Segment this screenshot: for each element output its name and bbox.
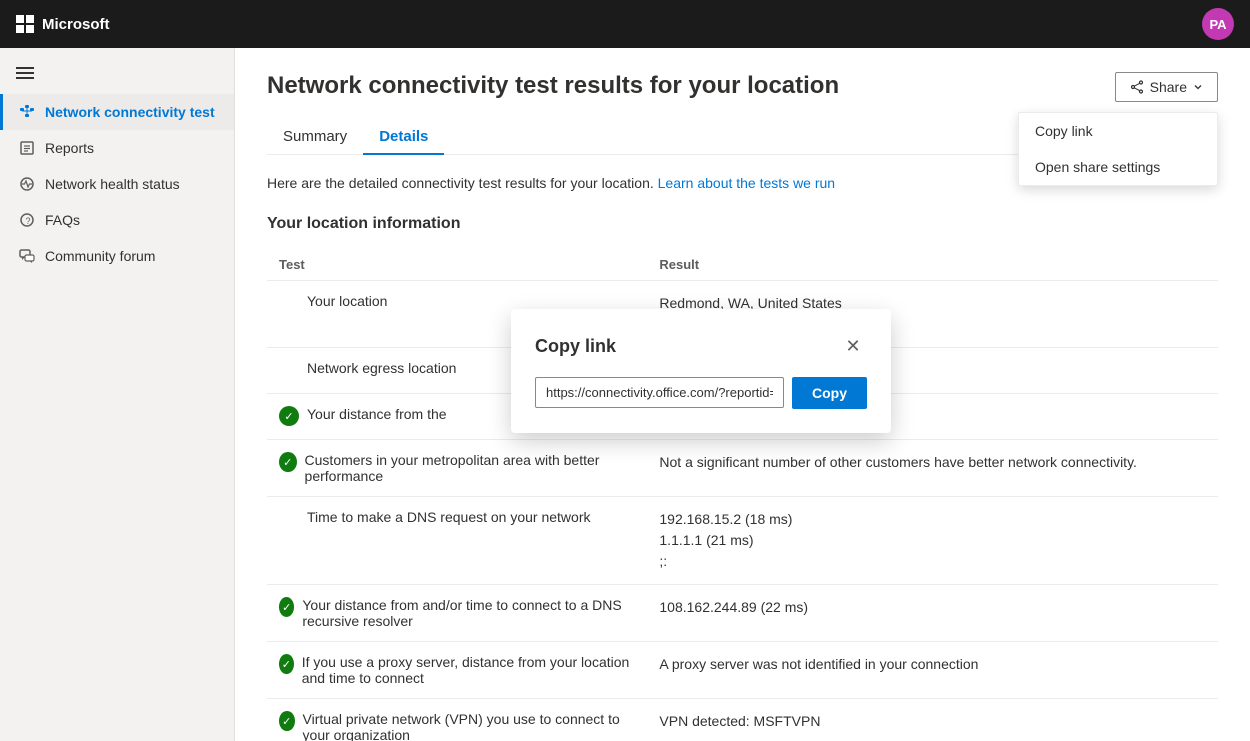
modal-title: Copy link <box>535 336 616 357</box>
modal-overlay: Copy link ✕ Copy <box>0 0 1250 741</box>
modal-header: Copy link ✕ <box>535 333 867 361</box>
copy-link-modal: Copy link ✕ Copy <box>511 309 891 433</box>
modal-close-button[interactable]: ✕ <box>839 333 867 361</box>
copy-link-input[interactable] <box>535 377 784 408</box>
copy-button[interactable]: Copy <box>792 377 867 409</box>
modal-input-row: Copy <box>535 377 867 409</box>
